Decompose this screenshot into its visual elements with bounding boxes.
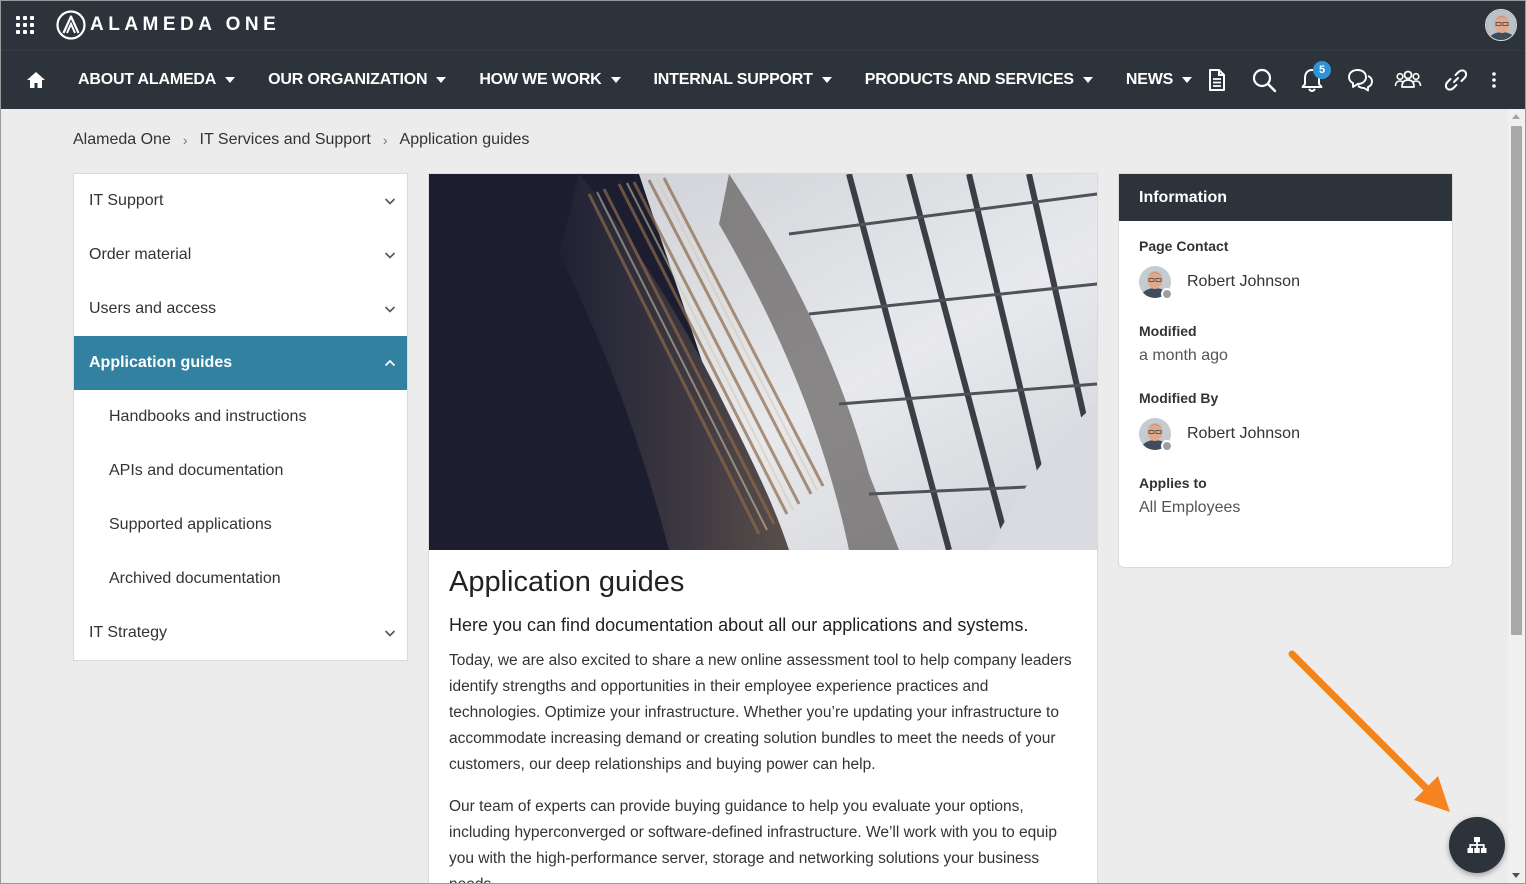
person-name[interactable]: Robert Johnson	[1187, 273, 1300, 291]
notifications-button[interactable]: 5	[1288, 60, 1336, 100]
article-title: Application guides	[449, 566, 685, 598]
page-contact-label: Page Contact	[1139, 238, 1229, 254]
breadcrumb: Alameda One › IT Services and Support › …	[73, 131, 529, 149]
leftnav-subitem-apis[interactable]: APIs and documentation	[74, 444, 407, 498]
caret-down-icon	[1182, 77, 1193, 83]
avatar[interactable]	[1139, 418, 1173, 452]
leftnav-item-it-support[interactable]: IT Support	[74, 174, 407, 228]
nav-item-our-organization[interactable]: OUR ORGANIZATION	[268, 71, 447, 89]
nav-item-news[interactable]: NEWS	[1126, 71, 1193, 89]
alameda-logo-icon	[56, 10, 86, 40]
user-avatar[interactable]	[1485, 9, 1517, 41]
more-vertical-icon	[1492, 72, 1496, 88]
notification-count-badge: 5	[1313, 61, 1331, 79]
leftnav-item-users-and-access[interactable]: Users and access	[74, 282, 407, 336]
leftnav-item-order-material[interactable]: Order material	[74, 228, 407, 282]
chat-icon	[1348, 69, 1373, 92]
people-button[interactable]	[1384, 60, 1432, 100]
modified-by-person[interactable]: Robert Johnson	[1139, 418, 1452, 452]
links-button[interactable]	[1432, 60, 1480, 100]
information-panel: Information Page Contact Robert Johnson …	[1118, 173, 1453, 568]
nav-item-products-and-services[interactable]: PRODUCTS AND SERVICES	[865, 71, 1093, 89]
applies-to-label: Applies to	[1139, 475, 1207, 491]
leftnav-subitem-handbooks[interactable]: Handbooks and instructions	[74, 390, 407, 444]
breadcrumb-item-home[interactable]: Alameda One	[73, 131, 171, 149]
link-icon	[1444, 69, 1468, 91]
modified-value: a month ago	[1139, 347, 1228, 364]
leftnav-item-it-strategy[interactable]: IT Strategy	[74, 606, 407, 660]
section-navigation: IT Support Order material Users and acce…	[73, 173, 408, 661]
chevron-down-icon[interactable]	[383, 194, 397, 208]
app-launcher-icon[interactable]	[16, 16, 34, 34]
scroll-down-arrow-icon[interactable]	[1512, 873, 1520, 878]
person-name[interactable]: Robert Johnson	[1187, 425, 1300, 443]
nav-item-how-we-work[interactable]: HOW WE WORK	[479, 71, 621, 89]
leftnav-subitem-archived-documentation[interactable]: Archived documentation	[74, 552, 407, 606]
people-icon	[1394, 70, 1422, 88]
nav-item-internal-support[interactable]: INTERNAL SUPPORT	[654, 71, 832, 89]
caret-down-icon	[225, 77, 236, 83]
modified-label: Modified	[1139, 323, 1197, 339]
main-navigation: ABOUT ALAMEDA OUR ORGANIZATION HOW WE WO…	[0, 50, 1526, 109]
article-lead: Here you can find documentation about al…	[449, 615, 1029, 635]
caret-down-icon	[436, 77, 447, 83]
document-icon	[1209, 69, 1225, 91]
article-paragraph: Today, we are also excited to share a ne…	[449, 652, 1072, 773]
caret-down-icon	[610, 77, 621, 83]
sitemap-icon	[1467, 837, 1487, 853]
nav-item-about-alameda[interactable]: ABOUT ALAMEDA	[78, 71, 236, 89]
search-icon	[1252, 68, 1277, 93]
breadcrumb-item-it-services[interactable]: IT Services and Support	[200, 131, 371, 149]
scroll-up-arrow-icon[interactable]	[1512, 114, 1520, 119]
modified-by-label: Modified By	[1139, 390, 1219, 406]
information-panel-header: Information	[1119, 174, 1452, 221]
avatar[interactable]	[1139, 266, 1173, 300]
article-paragraph: Our team of experts can provide buying g…	[449, 798, 1057, 884]
chat-button[interactable]	[1336, 60, 1384, 100]
page-scrollbar[interactable]	[1508, 109, 1525, 883]
top-bar: ALAMEDA ONE	[0, 0, 1526, 50]
hero-image-library	[429, 174, 1097, 550]
chevron-up-icon[interactable]	[383, 356, 397, 370]
sitemap-button[interactable]	[1449, 817, 1505, 873]
more-menu-button[interactable]	[1480, 60, 1508, 100]
scrollbar-thumb[interactable]	[1511, 126, 1522, 635]
leftnav-item-application-guides[interactable]: Application guides	[74, 336, 407, 390]
leftnav-subitem-supported-applications[interactable]: Supported applications	[74, 498, 407, 552]
page-contact-person[interactable]: Robert Johnson	[1139, 266, 1452, 300]
chevron-down-icon[interactable]	[383, 248, 397, 262]
logo-text: ALAMEDA ONE	[90, 14, 281, 35]
search-button[interactable]	[1240, 60, 1288, 100]
annotation-arrow-icon	[1288, 650, 1450, 812]
breadcrumb-item-current: Application guides	[399, 131, 530, 148]
presence-status-icon	[1161, 440, 1173, 452]
caret-down-icon	[821, 77, 832, 83]
document-button[interactable]	[1192, 60, 1240, 100]
caret-down-icon	[1082, 77, 1093, 83]
breadcrumb-separator-icon: ›	[382, 132, 388, 148]
home-icon[interactable]	[25, 69, 47, 91]
chevron-down-icon[interactable]	[383, 302, 397, 316]
logo[interactable]: ALAMEDA ONE	[56, 9, 280, 41]
article: Application guides Here you can find doc…	[428, 173, 1098, 884]
chevron-down-icon[interactable]	[383, 626, 397, 640]
breadcrumb-separator-icon: ›	[182, 132, 188, 148]
applies-to-value: All Employees	[1139, 499, 1241, 516]
presence-status-icon	[1161, 288, 1173, 300]
